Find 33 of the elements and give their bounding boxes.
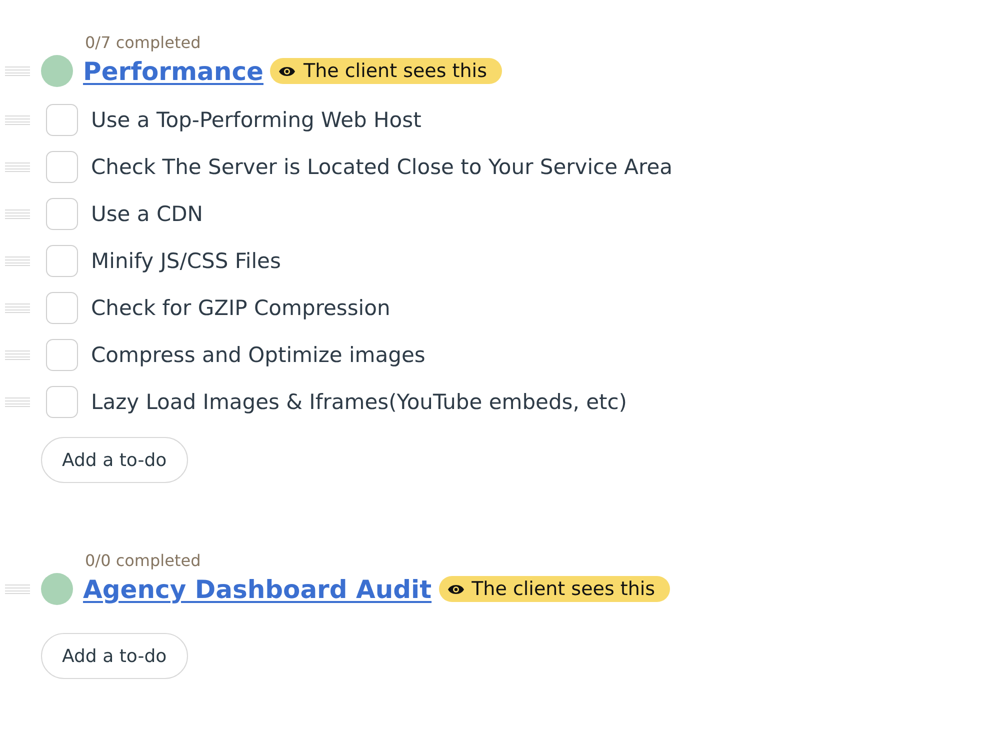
todo-label: Check for GZIP Compression [91,296,390,320]
drag-handle-icon[interactable] [5,396,30,406]
checkbox[interactable] [46,150,78,182]
todo-label: Check The Server is Located Close to Your Service Area [91,154,673,178]
eye-icon [448,584,464,594]
list-title-link[interactable]: Agency Dashboard Audit [83,574,432,604]
drag-handle-icon[interactable] [5,584,30,594]
progress-label: 0/7 completed [85,33,201,53]
checkbox[interactable] [46,386,78,418]
add-todo-button[interactable]: Add a to-do [41,633,188,679]
todo-label: Lazy Load Images & Iframes(YouTube embeds, etc) [91,390,627,414]
badge-label: The client sees this [303,60,487,82]
todo-label: Use a CDN [91,202,203,226]
todo-label: Minify JS/CSS Files [91,248,281,272]
checkbox[interactable] [46,292,78,324]
eye-icon [279,66,296,76]
checkbox[interactable] [46,338,78,370]
list-title-link[interactable]: Performance [83,56,264,86]
drag-handle-icon[interactable] [5,302,30,312]
progress-label: 0/0 completed [85,551,201,571]
drag-handle-icon[interactable] [5,66,30,76]
drag-handle-icon[interactable] [5,208,30,218]
add-todo-button[interactable]: Add a to-do [41,437,188,483]
checkbox[interactable] [46,104,78,136]
checkbox[interactable] [46,198,78,230]
drag-handle-icon[interactable] [5,256,30,266]
todo-label: Compress and Optimize images [91,342,426,366]
todo-label: Use a Top-Performing Web Host [91,108,422,132]
drag-handle-icon[interactable] [5,162,30,172]
badge-label: The client sees this [472,578,656,600]
drag-handle-icon[interactable] [5,350,30,360]
checkbox[interactable] [46,244,78,276]
drag-handle-icon[interactable] [5,114,30,124]
